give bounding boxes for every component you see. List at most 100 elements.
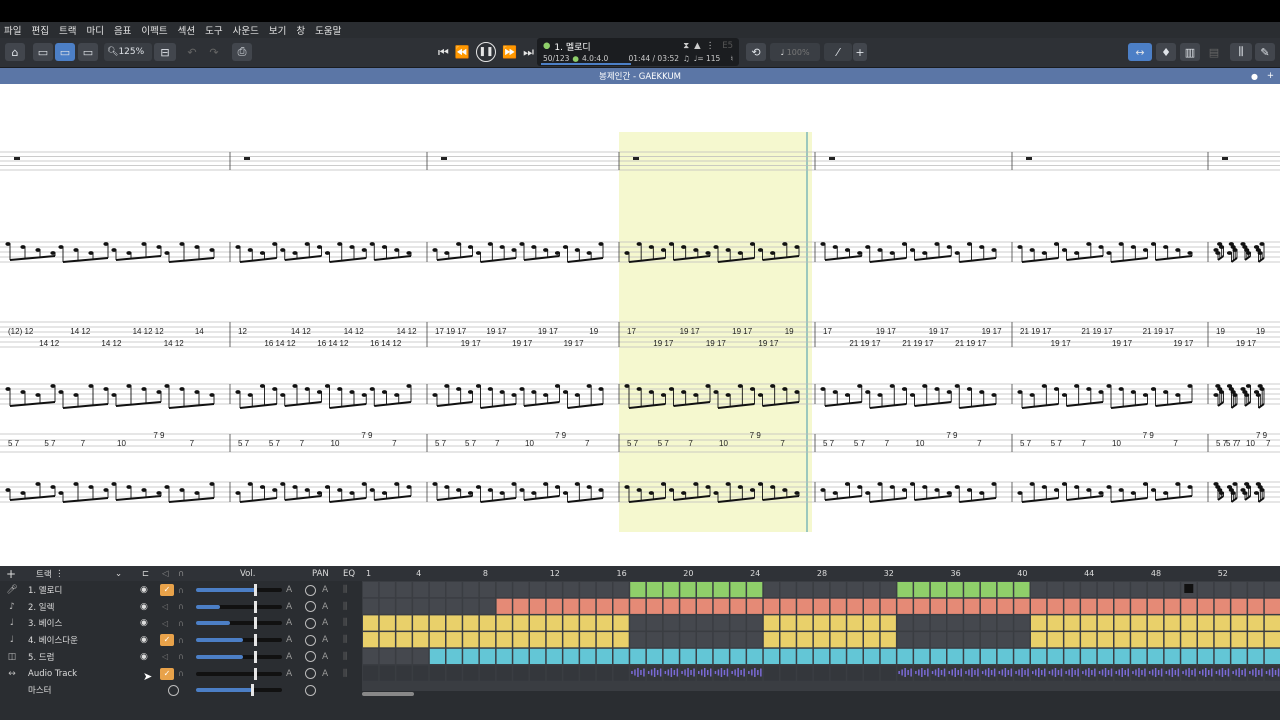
pan-knob[interactable] [305, 584, 316, 596]
headphones-icon[interactable]: ∩ [178, 636, 184, 645]
track-name[interactable]: 1. 멜로디 [28, 584, 62, 596]
mute-icon[interactable]: ◁ [162, 652, 168, 661]
pan-automation-icon[interactable]: A [322, 618, 328, 628]
pan-knob[interactable] [305, 651, 316, 663]
headphones-all-icon[interactable]: ∩ [178, 569, 184, 579]
volume-handle[interactable] [254, 667, 257, 680]
eq-icon[interactable]: ⫼ [343, 635, 347, 645]
keyboard-icon[interactable]: ▤ [1204, 43, 1224, 61]
headphones-icon[interactable]: ∩ [178, 669, 184, 678]
score-view[interactable]: (12) 12 14 12 14 12 14 12 14 12 12 14 12 14 12 1… [0, 84, 1280, 566]
mute-icon[interactable]: ◁ [162, 602, 168, 611]
add-track-icon[interactable]: + [6, 567, 16, 581]
headphones-icon[interactable]: ∩ [178, 652, 184, 661]
eye-icon[interactable]: ◉ [140, 635, 148, 645]
track-name[interactable]: 2. 일렉 [28, 601, 54, 613]
pan-automation-icon[interactable]: A [322, 669, 328, 679]
track-name[interactable]: 마스터 [28, 684, 51, 696]
current-track-name[interactable]: 1. 멜로디 [554, 40, 590, 53]
eq-icon[interactable]: ⫼ [343, 602, 347, 612]
rewind-icon[interactable]: ⏪ [455, 45, 470, 59]
automation-icon[interactable]: A [286, 618, 292, 628]
track-row[interactable]: 마스터 [0, 682, 362, 698]
pitch-select[interactable]: ⁄ [824, 43, 852, 61]
track-menu-icon[interactable]: ⋮ [55, 569, 64, 579]
menu-bar-item[interactable]: 마디 [86, 23, 103, 37]
solo-toggle-icon[interactable]: ✓ [160, 584, 174, 596]
mute-all-icon[interactable]: ◁ [162, 569, 169, 579]
volume-handle[interactable] [254, 634, 257, 647]
automation-icon[interactable]: A [286, 652, 292, 662]
menu-note[interactable]: 음표 [114, 23, 131, 37]
pause-button[interactable]: ❚❚ [475, 42, 496, 62]
volume-handle[interactable] [254, 584, 257, 596]
track-row[interactable]: ↔ Audio Track ✓ ∩ A A ⫼ [0, 666, 362, 682]
mixer-icon[interactable]: ⫼ [1230, 43, 1252, 61]
eq-icon[interactable]: ⫼ [343, 585, 347, 595]
layout-select-icon[interactable]: ⊟ [154, 43, 176, 61]
track-row[interactable]: ♩ 4. 베이스다운 ◉ ✓ ∩ A A ⫼ [0, 632, 362, 648]
track-row[interactable]: 🎤︎ 1. 멜로디 ◉ ✓ ∩ A A ⫼ [0, 582, 362, 598]
pan-automation-icon[interactable]: A [322, 585, 328, 595]
track-name[interactable]: 3. 베이스 [28, 617, 62, 629]
mute-icon[interactable]: ◁ [162, 619, 168, 628]
track-row[interactable]: ◫ 5. 드럼 ◉ ◁ ∩ A A ⫼ [0, 649, 362, 665]
eye-icon[interactable]: ◉ [140, 602, 148, 612]
pan-automation-icon[interactable]: A [322, 635, 328, 645]
add-tab-icon[interactable]: + [1267, 71, 1274, 81]
pan-knob[interactable] [305, 634, 316, 646]
volume-slider[interactable] [196, 650, 282, 663]
menu-tools[interactable]: 도구 [205, 23, 222, 37]
track-row[interactable]: ♩ 3. 베이스 ◉ ◁ ∩ A A ⫼ [0, 615, 362, 631]
volume-handle[interactable] [254, 600, 257, 613]
pan-knob[interactable] [305, 617, 316, 629]
menu-edit[interactable]: 편집 [31, 23, 48, 37]
metronome-icon[interactable]: ▲ [694, 41, 701, 51]
pan-knob[interactable] [305, 601, 316, 613]
menu-sound[interactable]: 사운드 [233, 23, 259, 37]
track-list-icon[interactable]: ⊏ [142, 569, 149, 579]
automation-icon[interactable]: A [286, 635, 292, 645]
song-progress-bar[interactable] [541, 63, 631, 65]
volume-slider[interactable] [196, 634, 282, 647]
solo-toggle-icon[interactable]: ✓ [160, 634, 174, 647]
track-row[interactable]: ♪ 2. 일렉 ◉ ◁ ∩ A A ⫼ [0, 599, 362, 615]
volume-slider[interactable] [196, 667, 282, 680]
eye-icon[interactable]: ◉ [140, 585, 148, 595]
solo-toggle-icon[interactable]: ✓ [160, 667, 174, 680]
panel-left-icon[interactable]: ▭ [33, 43, 53, 61]
volume-handle[interactable] [254, 617, 257, 630]
edit-pen-icon[interactable]: ✎ [1255, 43, 1275, 61]
pan-knob[interactable] [305, 668, 316, 679]
bar-ruler[interactable]: 1 4 8 12 16 20 24 28 32 36 40 44 48 52 [362, 566, 1280, 581]
volume-handle[interactable] [251, 684, 254, 697]
automation-icon[interactable]: A [286, 602, 292, 612]
chevron-down-icon[interactable]: ⌄ [115, 569, 122, 579]
menu-section[interactable]: 섹션 [178, 23, 195, 37]
eq-icon[interactable]: ⫼ [343, 669, 347, 679]
headphones-icon[interactable]: ∩ [178, 602, 184, 611]
horizontal-scrollbar[interactable] [362, 692, 414, 696]
headphones-icon[interactable]: ∩ [178, 586, 184, 595]
fretboard-icon[interactable]: ▥ [1180, 43, 1200, 61]
track-name[interactable]: Audio Track [28, 669, 77, 679]
arrangement-grid[interactable] [362, 581, 1280, 691]
zoom-select[interactable]: 🔍︎ 125% [104, 43, 152, 61]
automation-icon[interactable]: A [286, 585, 292, 595]
volume-handle[interactable] [254, 650, 257, 663]
track-name[interactable]: 4. 베이스다운 [28, 634, 78, 646]
home-icon[interactable]: ⌂ [5, 43, 25, 61]
master-knob-icon[interactable] [168, 684, 179, 696]
undo-icon[interactable]: ↶ [182, 43, 202, 61]
pan-automation-icon[interactable]: A [322, 602, 328, 612]
eye-icon[interactable]: ◉ [140, 618, 148, 628]
skip-start-icon[interactable]: ⏮ [438, 45, 449, 60]
automation-icon[interactable]: A [286, 669, 292, 679]
menu-window[interactable]: 창 [296, 23, 305, 37]
headphones-icon[interactable]: ∩ [178, 619, 184, 628]
speed-select[interactable]: ♩ 100% [770, 43, 820, 61]
menu-file[interactable]: 파일 [4, 23, 21, 37]
menu-help[interactable]: 도움말 [315, 23, 341, 37]
menu-effect[interactable]: 이펙트 [141, 23, 167, 37]
fit-icon[interactable]: ↔ [1128, 43, 1152, 61]
